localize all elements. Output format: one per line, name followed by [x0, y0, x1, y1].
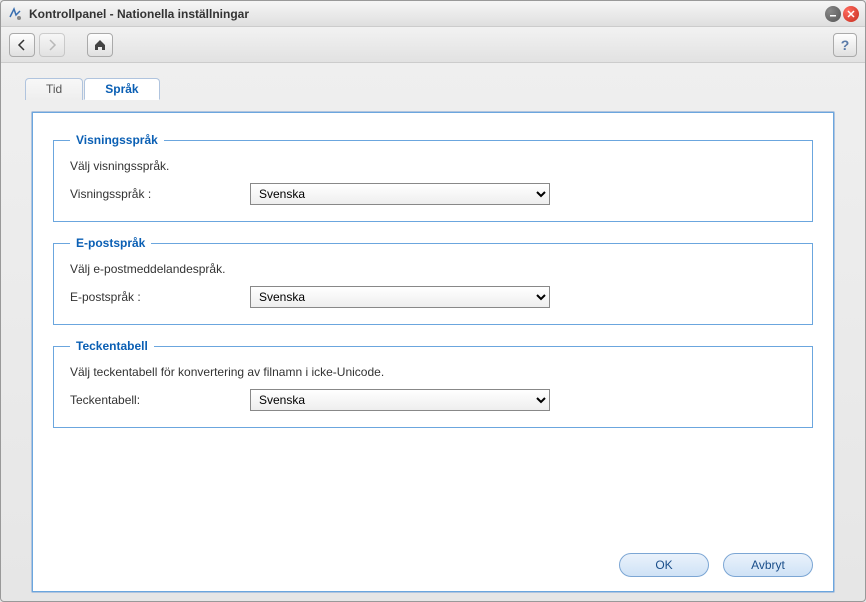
window-frame: Kontrollpanel - Nationella inställningar… [0, 0, 866, 602]
desc-email-language: Välj e-postmeddelandespråk. [70, 262, 796, 276]
arrow-left-icon [16, 39, 28, 51]
label-email-language: E-postspråk : [70, 290, 250, 304]
label-display-language: Visningsspråk : [70, 187, 250, 201]
cancel-button[interactable]: Avbryt [723, 553, 813, 577]
window-title: Kontrollpanel - Nationella inställningar [29, 7, 825, 21]
fieldset-display-language: Visningsspråk Välj visningsspråk. Visnin… [53, 133, 813, 222]
app-icon [7, 6, 23, 22]
back-button[interactable] [9, 33, 35, 57]
home-button[interactable] [87, 33, 113, 57]
titlebar-controls [825, 6, 859, 22]
help-button[interactable]: ? [833, 33, 857, 57]
row-codepage: Teckentabell: Svenska [70, 389, 796, 411]
tab-label: Tid [46, 82, 62, 96]
tab-label: Språk [105, 82, 138, 96]
tab-tid[interactable]: Tid [25, 78, 83, 100]
tab-sprak[interactable]: Språk [84, 78, 159, 100]
forward-button[interactable] [39, 33, 65, 57]
ok-button[interactable]: OK [619, 553, 709, 577]
desc-codepage: Välj teckentabell för konvertering av fi… [70, 365, 796, 379]
panel: Visningsspråk Välj visningsspråk. Visnin… [31, 111, 835, 593]
legend-email-language: E-postspråk [70, 236, 151, 250]
desc-display-language: Välj visningsspråk. [70, 159, 796, 173]
select-email-language[interactable]: Svenska [250, 286, 550, 308]
toolbar: ? [1, 27, 865, 63]
select-codepage[interactable]: Svenska [250, 389, 550, 411]
fieldset-email-language: E-postspråk Välj e-postmeddelandespråk. … [53, 236, 813, 325]
select-display-language[interactable]: Svenska [250, 183, 550, 205]
home-icon [93, 38, 107, 52]
tab-strip: Tid Språk [25, 77, 161, 99]
titlebar: Kontrollpanel - Nationella inställningar [1, 1, 865, 27]
panel-inner: Visningsspråk Välj visningsspråk. Visnin… [32, 112, 834, 592]
minimize-button[interactable] [825, 6, 841, 22]
legend-codepage: Teckentabell [70, 339, 154, 353]
content-area: Tid Språk Visningsspråk Välj visningsspr… [1, 63, 865, 601]
button-row: OK Avbryt [53, 539, 813, 577]
close-button[interactable] [843, 6, 859, 22]
fieldset-codepage: Teckentabell Välj teckentabell för konve… [53, 339, 813, 428]
legend-display-language: Visningsspråk [70, 133, 164, 147]
help-icon: ? [841, 37, 850, 53]
arrow-right-icon [46, 39, 58, 51]
row-display-language: Visningsspråk : Svenska [70, 183, 796, 205]
row-email-language: E-postspråk : Svenska [70, 286, 796, 308]
label-codepage: Teckentabell: [70, 393, 250, 407]
